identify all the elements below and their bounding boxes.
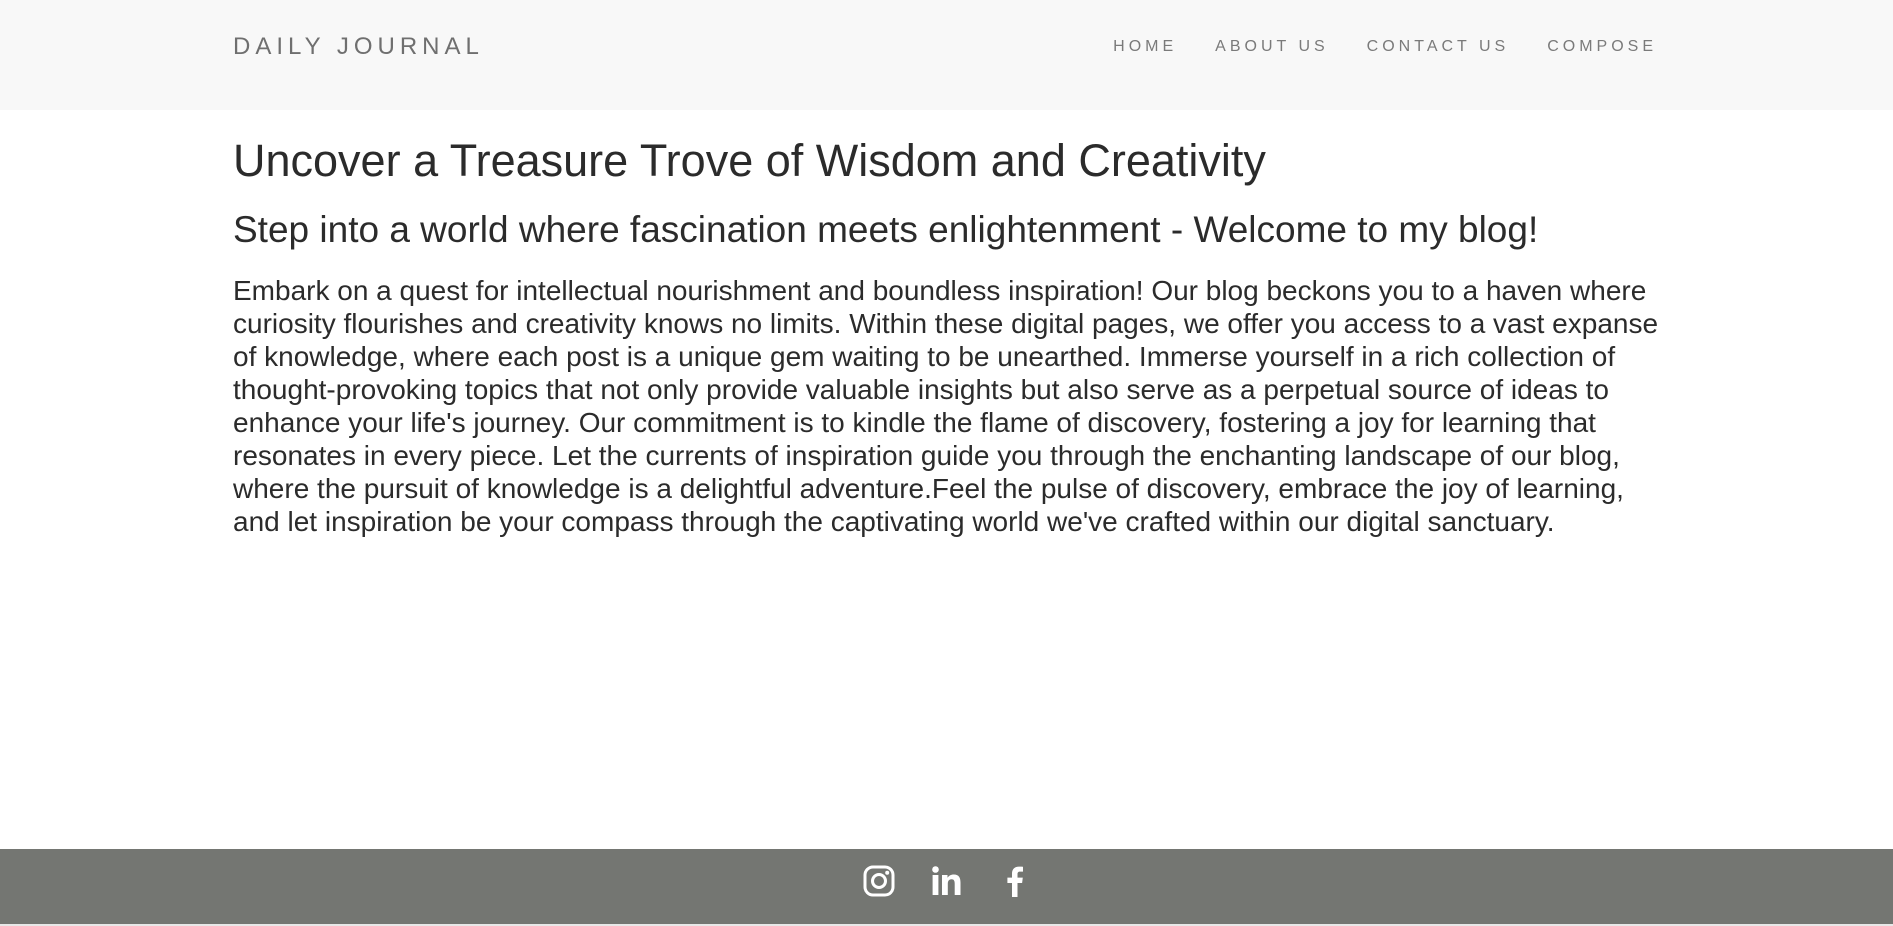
linkedin-icon [931,866,960,895]
nav-link-home[interactable]: HOME [1113,38,1177,55]
brand-logo-link[interactable]: DAILY JOURNAL [233,33,484,61]
nav-link-contact-us[interactable]: CONTACT US [1367,38,1510,55]
instagram-link[interactable] [861,863,897,899]
nav-item-home: HOME [1113,38,1177,56]
social-links [0,863,1893,899]
nav-item-about-us: ABOUT US [1215,38,1329,56]
nav-menu: HOME ABOUT US CONTACT US COMPOSE [1075,38,1657,56]
facebook-icon [1006,866,1023,897]
footer [0,849,1893,926]
nav-item-contact-us: CONTACT US [1367,38,1510,56]
main-content: Uncover a Treasure Trove of Wisdom and C… [233,110,1663,538]
instagram-icon [863,865,894,897]
intro-paragraph: Embark on a quest for intellectual nouri… [233,275,1659,538]
nav-link-compose[interactable]: COMPOSE [1547,38,1657,55]
linkedin-link[interactable] [929,863,965,899]
nav-item-compose: COMPOSE [1547,38,1657,56]
page-subtitle: Step into a world where fascination meet… [233,209,1539,250]
page-title: Uncover a Treasure Trove of Wisdom and C… [233,135,1266,186]
facebook-link[interactable] [997,863,1033,899]
navbar: DAILY JOURNAL HOME ABOUT US CONTACT US C… [0,0,1893,110]
nav-link-about-us[interactable]: ABOUT US [1215,38,1329,55]
